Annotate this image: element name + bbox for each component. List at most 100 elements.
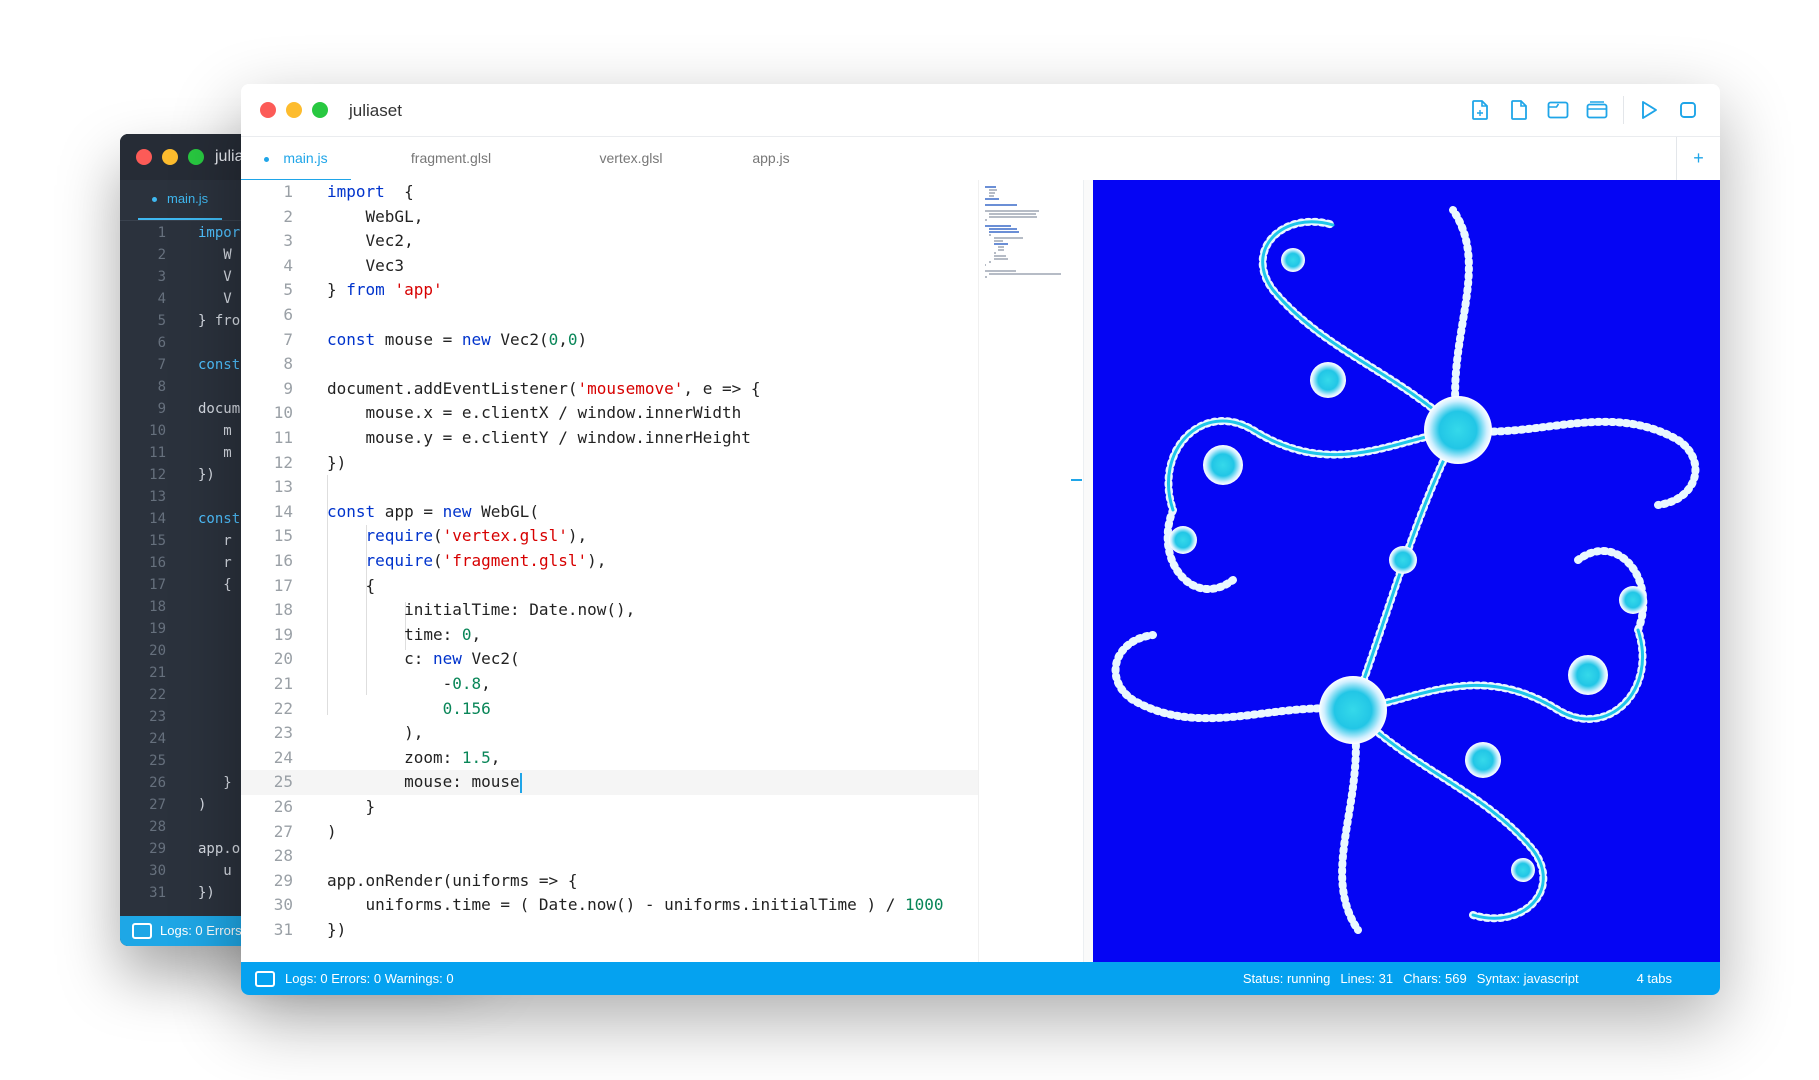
code-line[interactable]: 25 mouse: mouse [241,770,978,795]
code-line[interactable]: 11 mouse.y = e.clientY / window.innerHei… [241,426,978,451]
minimap-line [985,276,988,278]
back-window-title: julia [215,148,244,165]
code-line[interactable]: 15 require('vertex.glsl'), [241,524,978,549]
code-text: } fro [198,313,241,329]
folder-icon[interactable] [1544,96,1572,124]
code-line[interactable]: 5} from 'app' [241,278,978,303]
code-line[interactable]: 12}) [241,451,978,476]
status-tab-size[interactable]: 4 tabs [1637,971,1672,986]
token-kw: import [327,182,385,201]
close-window-button[interactable] [260,102,276,118]
line-number: 8 [283,354,293,374]
minimap-line [985,186,996,188]
maximize-window-button[interactable] [188,149,204,165]
code-text: mouse: mouse [327,770,522,795]
code-text: 0.156 [327,697,491,722]
code-text: Vec2, [327,229,414,254]
token: app.onRender(uniforms => { [327,870,578,890]
code-line[interactable]: 13 [241,475,978,500]
add-tab-button[interactable]: + [1676,137,1720,180]
minimize-window-button[interactable] [286,102,302,118]
line-number: 9 [283,378,293,398]
code-text: ) [198,797,207,813]
status-lines: Lines: 31 [1340,971,1394,986]
code-line[interactable]: 8 [241,352,978,377]
tab-label: vertex.glsl [599,150,663,166]
code-text: m [198,445,232,461]
tab-main-js[interactable]: main.js [241,137,351,182]
code-line[interactable]: 16 require('fragment.glsl'), [241,549,978,574]
tab-label: main.js [283,150,328,166]
token: Vec2, [327,231,414,251]
close-window-button[interactable] [136,149,152,165]
folders-icon[interactable] [1583,96,1611,124]
stop-icon[interactable] [1674,96,1702,124]
editor-window[interactable]: juliaset main.js fragment.glsl vertex.gl… [241,84,1720,995]
code-line[interactable]: 2 WebGL, [241,205,978,230]
terminal-icon[interactable] [132,923,152,939]
token-kw: const [327,329,376,349]
code-line[interactable]: 22 0.156 [241,697,978,722]
status-logs[interactable]: Logs: 0 Errors: 0 Warnings: 0 [285,971,454,986]
minimap-line [989,192,996,194]
terminal-icon[interactable] [255,971,275,987]
code-line[interactable]: 3 Vec2, [241,229,978,254]
line-number: 24 [149,731,166,747]
code-line[interactable]: 6 [241,303,978,328]
play-icon[interactable] [1635,96,1663,124]
line-number: 19 [149,621,166,637]
line-number: 31 [273,920,293,939]
toolbar-separator [1623,96,1624,124]
line-number: 16 [149,555,166,571]
status-chars: Chars: 569 [1403,971,1467,986]
minimize-window-button[interactable] [162,149,178,165]
minimap-line [989,231,1020,233]
token: document.addEventListener( [327,378,578,398]
code-line[interactable]: 4 Vec3 [241,254,978,279]
code-line[interactable]: 14 const app = new WebGL( [241,500,978,525]
code-line[interactable]: 28 [241,844,978,869]
code-line[interactable]: 17 { [241,574,978,599]
tab-app-js[interactable]: app.js [711,137,831,179]
code-line[interactable]: 24 zoom: 1.5, [241,746,978,771]
code-line[interactable]: 23 ), [241,721,978,746]
code-text: { [198,577,232,593]
code-line[interactable]: 30 uniforms.time = ( Date.now() - unifor… [241,893,978,918]
code-line[interactable]: 29 app.onRender(uniforms => { [241,869,978,894]
code-line[interactable]: 31}) [241,918,978,943]
tab-vertex-glsl[interactable]: vertex.glsl [551,137,711,179]
code-line[interactable]: 18 initialTime: Date.now(), [241,598,978,623]
code-text: require('vertex.glsl'), [327,524,588,549]
code-line[interactable]: 1 import { [241,180,978,205]
tab-fragment-glsl[interactable]: fragment.glsl [371,137,531,179]
code-line[interactable]: 10 mouse.x = e.clientX / window.innerWid… [241,401,978,426]
line-number: 18 [149,599,166,615]
new-file-icon[interactable] [1466,96,1494,124]
token: zoom: [327,747,462,767]
back-tab-main-js[interactable]: main.js [138,180,223,220]
back-tab-label: main.js [167,191,209,206]
minimap-line [993,240,1004,242]
token-num: 0.156 [442,698,491,718]
minimap-line [993,252,997,254]
line-number: 1 [283,182,293,201]
token: Vec3 [327,255,405,275]
code-line[interactable]: 26 } [241,795,978,820]
maximize-window-button[interactable] [312,102,328,118]
minimap[interactable] [978,180,1084,962]
code-editor[interactable]: 1 import {2 WebGL, 3 Vec2, 4 Vec3 5} from 'a… [241,180,978,962]
file-icon[interactable] [1505,96,1533,124]
token: ), [567,526,588,546]
code-line[interactable]: 19 time: 0, [241,623,978,648]
code-line[interactable]: 27) [241,820,978,845]
code-line[interactable]: 9 document.addEventListener('mousemove', … [241,377,978,402]
status-syntax[interactable]: Syntax: javascript [1477,971,1579,986]
token-kw: from [346,280,385,300]
julia-set-preview[interactable] [1093,180,1720,962]
line-number: 29 [149,841,166,857]
minimap-line [998,249,1005,251]
code-line[interactable]: 21 -0.8, [241,672,978,697]
code-line[interactable]: 7 const mouse = new Vec2(0,0) [241,328,978,353]
code-line[interactable]: 20 c: new Vec2( [241,647,978,672]
